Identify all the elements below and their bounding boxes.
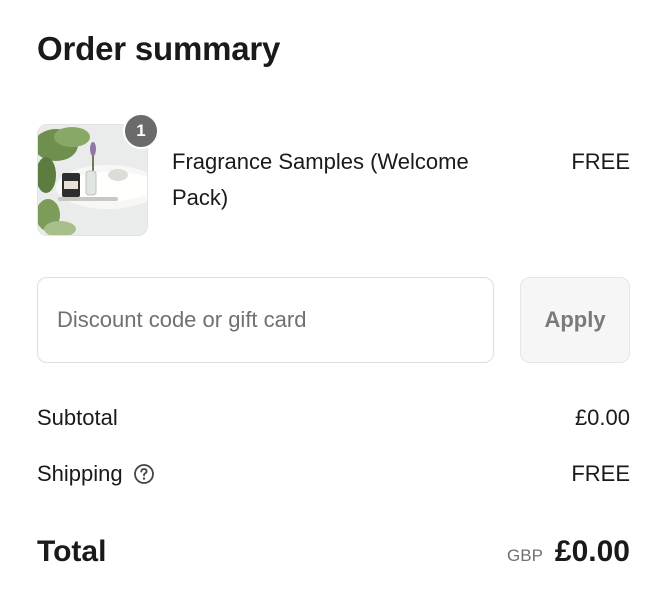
shipping-value: FREE: [571, 461, 630, 486]
product-price: FREE: [571, 149, 630, 174]
currency-code: GBP: [507, 546, 543, 565]
subtotal-label: Subtotal: [37, 405, 118, 430]
total-label: Total: [37, 535, 107, 568]
order-summary-title: Order summary: [37, 30, 281, 67]
line-item: 1 Fragrance Samples (Welcome Pack) FREE: [37, 113, 630, 236]
quantity-badge: 1: [123, 113, 159, 149]
apply-button[interactable]: Apply: [520, 277, 630, 363]
total-value: £0.00: [554, 535, 630, 568]
total-amount-group: GBP £0.00: [507, 535, 630, 569]
order-summary-panel: Order summary 1 Fragrance Samples (Welco…: [0, 0, 666, 600]
shipping-label: Shipping: [37, 461, 123, 486]
question-circle-icon[interactable]: [133, 463, 155, 485]
subtotal-value: £0.00: [574, 405, 630, 430]
shipping-label-group: Shipping: [37, 461, 155, 487]
product-name: Fragrance Samples (Welcome Pack): [172, 149, 469, 210]
discount-code-input[interactable]: [37, 277, 494, 363]
